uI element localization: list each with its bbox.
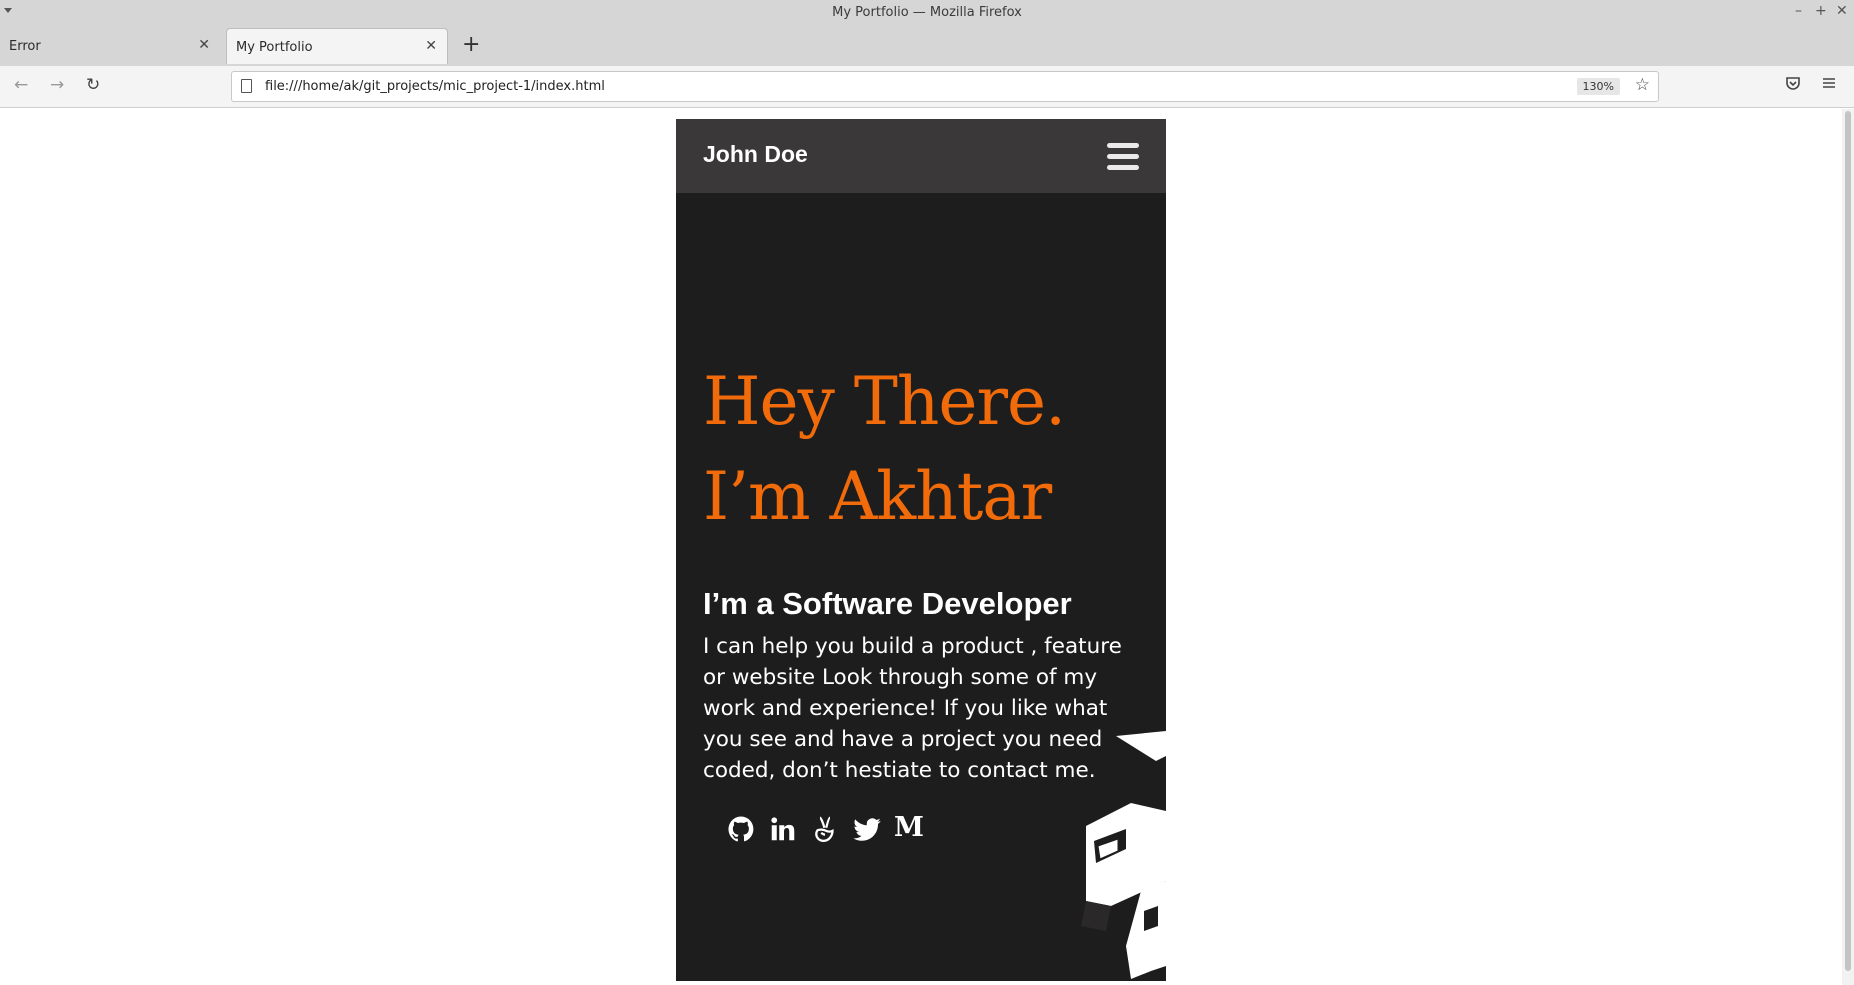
page-scrollbar[interactable] xyxy=(1842,109,1854,985)
forward-button[interactable]: → xyxy=(50,75,64,95)
new-tab-button[interactable]: + xyxy=(462,32,480,57)
hero-line-1: Hey There. xyxy=(703,363,1066,440)
angellist-icon[interactable] xyxy=(810,813,840,845)
url-text[interactable]: file:///home/ak/git_projects/mic_project… xyxy=(265,79,605,94)
hamburger-menu-icon[interactable] xyxy=(1107,143,1139,170)
hero-line-2: I’m Akhtar xyxy=(703,458,1052,535)
decorative-shape-graphic xyxy=(1081,731,1166,979)
navigation-bar: ← → ↻ file:///home/ak/git_projects/mic_p… xyxy=(0,66,1854,108)
back-button[interactable]: ← xyxy=(14,75,28,95)
role-heading: I’m a Software Developer xyxy=(703,586,1072,621)
tab-error[interactable]: Error ✕ xyxy=(0,28,220,64)
linkedin-icon[interactable] xyxy=(768,813,798,845)
medium-letter: M xyxy=(894,812,924,843)
site-header: John Doe xyxy=(676,119,1166,193)
tab-label: Error xyxy=(9,39,41,54)
reload-button[interactable]: ↻ xyxy=(86,75,100,95)
page-viewport: John Doe Hey There. I’m Akhtar I’m a Sof… xyxy=(0,109,1854,985)
close-window-icon[interactable]: ✕ xyxy=(1836,3,1848,19)
tab-label: My Portfolio xyxy=(236,40,313,55)
twitter-icon[interactable] xyxy=(852,813,882,845)
bookmark-star-icon[interactable]: ☆ xyxy=(1635,75,1650,95)
hero-heading: Hey There. I’m Akhtar xyxy=(703,354,1066,544)
github-icon[interactable] xyxy=(726,813,756,845)
medium-icon[interactable]: M xyxy=(894,813,924,845)
window-titlebar: My Portfolio — Mozilla Firefox – + ✕ xyxy=(0,0,1854,26)
tab-my-portfolio[interactable]: My Portfolio ✕ xyxy=(226,28,448,64)
minimize-icon[interactable]: – xyxy=(1795,3,1802,19)
maximize-icon[interactable]: + xyxy=(1815,3,1827,19)
tab-close-icon[interactable]: ✕ xyxy=(198,37,210,53)
portfolio-page: John Doe Hey There. I’m Akhtar I’m a Sof… xyxy=(676,119,1166,981)
window-title: My Portfolio — Mozilla Firefox xyxy=(832,5,1022,20)
scrollbar-thumb[interactable] xyxy=(1845,111,1851,971)
tab-close-icon[interactable]: ✕ xyxy=(425,38,437,54)
pocket-icon[interactable] xyxy=(1785,75,1801,95)
zoom-level-badge[interactable]: 130% xyxy=(1576,78,1620,95)
url-bar[interactable]: file:///home/ak/git_projects/mic_project… xyxy=(231,71,1659,102)
site-brand[interactable]: John Doe xyxy=(703,141,808,168)
tab-strip: Error ✕ My Portfolio ✕ + xyxy=(0,26,1854,66)
app-menu-icon[interactable] xyxy=(1821,75,1837,95)
page-icon xyxy=(241,79,252,93)
